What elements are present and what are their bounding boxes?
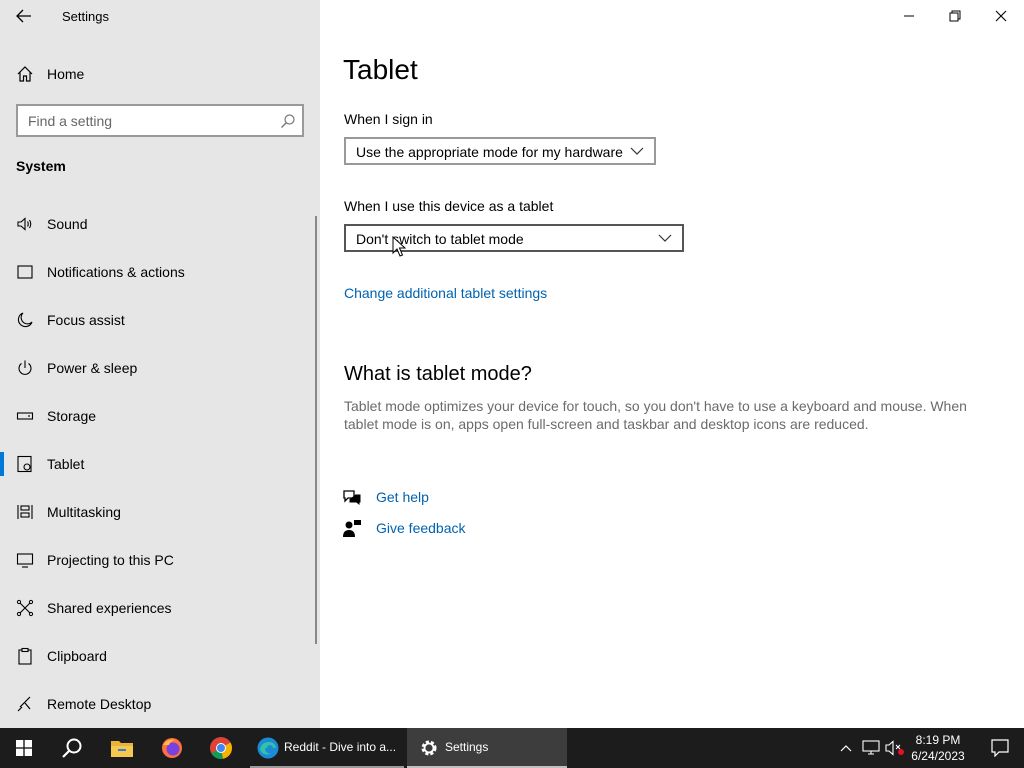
section-heading: System <box>16 158 66 174</box>
search-icon <box>62 738 82 758</box>
settings-sidebar: Settings Home System Sound <box>0 0 320 728</box>
chevron-down-icon <box>658 234 672 242</box>
sidebar-home[interactable]: Home <box>0 60 320 88</box>
sidebar-item-label: Clipboard <box>47 648 107 664</box>
sidebar-item-power-sleep[interactable]: Power & sleep <box>0 344 320 392</box>
taskbar-app-label: Settings <box>445 740 489 754</box>
minimize-button[interactable] <box>886 0 932 32</box>
sidebar-item-label: Remote Desktop <box>47 696 152 712</box>
taskbar-app-label: Reddit - Dive into a... <box>284 740 397 754</box>
sidebar-scrollbar[interactable] <box>315 216 317 644</box>
edge-icon <box>257 737 279 759</box>
taskbar: Reddit - Dive into a... Settings 8:19 PM… <box>0 728 1024 768</box>
sidebar-item-remote-desktop[interactable]: Remote Desktop <box>0 680 320 728</box>
speaker-icon <box>15 214 35 234</box>
dropdown-value: Use the appropriate mode for my hardware <box>356 144 623 160</box>
chrome-button[interactable] <box>197 728 245 768</box>
network-icon <box>862 740 880 755</box>
sidebar-item-focus-assist[interactable]: Focus assist <box>0 296 320 344</box>
action-center-button[interactable] <box>976 728 1024 768</box>
restore-button[interactable] <box>932 0 978 32</box>
mouse-pointer-icon <box>392 236 406 257</box>
sidebar-item-label: Sound <box>47 216 88 232</box>
home-icon <box>15 64 35 84</box>
sidebar-item-label: Focus assist <box>47 312 125 328</box>
firefox-icon <box>162 738 182 758</box>
sidebar-item-shared-experiences[interactable]: Shared experiences <box>0 584 320 632</box>
back-button[interactable] <box>10 4 38 28</box>
app-title: Settings <box>62 9 109 24</box>
give-feedback-link[interactable]: Give feedback <box>376 520 466 536</box>
firefox-button[interactable] <box>148 728 196 768</box>
get-help-link[interactable]: Get help <box>376 489 429 505</box>
chevron-down-icon <box>630 147 644 155</box>
clock-time: 8:19 PM <box>915 733 961 747</box>
sidebar-item-storage[interactable]: Storage <box>0 392 320 440</box>
sidebar-item-tablet[interactable]: Tablet <box>0 440 320 488</box>
sidebar-item-multitasking[interactable]: Multitasking <box>0 488 320 536</box>
dropdown-value: Don't switch to tablet mode <box>356 231 524 247</box>
sidebar-item-label: Storage <box>47 408 97 424</box>
feedback-icon <box>342 519 362 539</box>
volume-tray-button[interactable] <box>884 728 906 768</box>
show-hidden-icons-button[interactable] <box>836 728 856 768</box>
sidebar-item-notifications[interactable]: Notifications & actions <box>0 248 320 296</box>
tablet-use-label: When I use this device as a tablet <box>344 198 554 214</box>
sign-in-label: When I sign in <box>344 111 433 127</box>
sidebar-item-label: Power & sleep <box>47 360 138 376</box>
get-help-icon <box>342 488 362 508</box>
additional-tablet-settings-link[interactable]: Change additional tablet settings <box>344 285 547 301</box>
chevron-up-icon <box>840 745 852 752</box>
search-box[interactable] <box>16 104 304 137</box>
clock-date: 6/24/2023 <box>911 749 965 763</box>
window-controls <box>886 0 1024 32</box>
search-input[interactable] <box>18 106 278 135</box>
page-title: Tablet <box>343 54 418 85</box>
notifications-icon <box>15 262 35 282</box>
minimize-icon <box>904 15 914 17</box>
close-icon <box>995 10 1007 22</box>
power-icon <box>15 358 35 378</box>
file-explorer-button[interactable] <box>98 728 146 768</box>
gear-icon <box>421 740 437 756</box>
moon-icon <box>15 310 35 330</box>
sidebar-item-label: Notifications & actions <box>47 264 185 280</box>
volume-muted-icon <box>885 740 904 756</box>
start-button[interactable] <box>0 728 48 768</box>
sidebar-item-label: Projecting to this PC <box>47 552 174 568</box>
windows-logo-icon <box>16 740 32 756</box>
sidebar-item-label: Tablet <box>47 456 85 472</box>
sidebar-item-label: Shared experiences <box>47 600 172 616</box>
close-button[interactable] <box>978 0 1024 32</box>
file-explorer-icon <box>111 741 133 757</box>
home-label: Home <box>47 66 85 82</box>
network-tray-button[interactable] <box>860 728 882 768</box>
remote-desktop-icon <box>15 694 35 714</box>
sidebar-item-clipboard[interactable]: Clipboard <box>0 632 320 680</box>
shared-experiences-icon <box>15 598 35 618</box>
sidebar-item-sound[interactable]: Sound <box>0 200 320 248</box>
sidebar-item-label: Multitasking <box>47 504 121 520</box>
taskbar-clock[interactable]: 8:19 PM 6/24/2023 <box>905 732 971 764</box>
back-arrow-icon <box>16 9 31 23</box>
projecting-icon <box>15 550 35 570</box>
tablet-icon <box>15 454 35 474</box>
sidebar-item-projecting[interactable]: Projecting to this PC <box>0 536 320 584</box>
selection-indicator <box>0 452 4 476</box>
multitasking-icon <box>15 502 35 522</box>
search-button[interactable] <box>48 728 96 768</box>
sign-in-mode-dropdown[interactable]: Use the appropriate mode for my hardware <box>344 137 656 165</box>
clipboard-icon <box>15 646 35 666</box>
sidebar-nav: Sound Notifications & actions Focus assi… <box>0 200 320 728</box>
restore-icon <box>949 10 961 22</box>
taskbar-app-reddit[interactable]: Reddit - Dive into a... <box>250 728 404 768</box>
storage-icon <box>15 406 35 426</box>
action-center-icon <box>991 739 1009 757</box>
taskbar-app-settings[interactable]: Settings <box>407 728 567 768</box>
search-icon[interactable] <box>280 113 296 129</box>
tablet-mode-description: Tablet mode optimizes your device for to… <box>344 398 967 432</box>
chrome-icon <box>210 737 232 759</box>
section-heading-what-is-tablet-mode: What is tablet mode? <box>344 363 532 385</box>
